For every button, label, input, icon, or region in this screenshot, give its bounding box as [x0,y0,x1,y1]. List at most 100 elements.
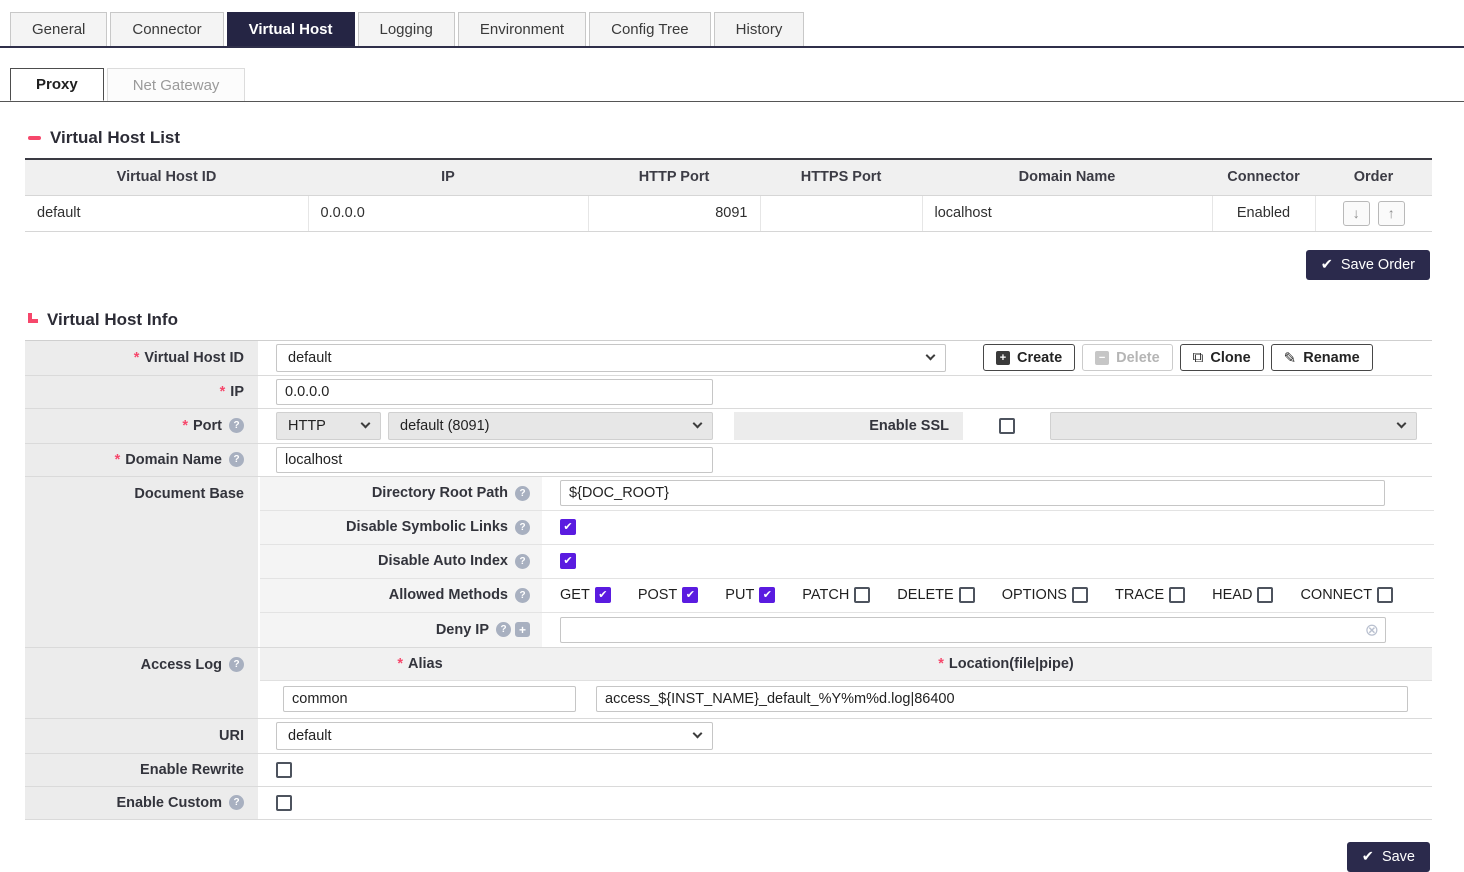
chevron-down-icon [361,419,371,429]
section-title-virtual-host-list: Virtual Host List [50,128,180,148]
rename-button[interactable]: ✎ Rename [1271,344,1373,371]
method-patch-checkbox[interactable]: ✔ [854,587,870,603]
help-icon[interactable]: ? [229,452,244,467]
enable-custom-checkbox[interactable]: ✔ [276,795,292,811]
help-icon[interactable]: ? [515,588,530,603]
help-icon[interactable]: ? [496,622,511,637]
create-plus-icon: + [996,351,1010,365]
tab-connector[interactable]: Connector [110,12,223,46]
domain-name-label: * Domain Name ? [25,444,260,476]
row-uri: URI default [25,719,1432,754]
access-log-label: Access Log ? [25,648,260,718]
alias-input[interactable] [283,686,576,712]
ip-input[interactable] [276,379,713,405]
method-get-checkbox[interactable]: ✔ [595,587,611,603]
help-icon[interactable]: ? [229,795,244,810]
virtual-host-id-label: * Virtual Host ID [25,341,260,375]
help-icon[interactable]: ? [229,418,244,433]
uri-select[interactable]: default [276,722,713,750]
method-patch: PATCH ✔ [802,587,870,603]
method-head: HEAD ✔ [1212,587,1273,603]
save-order-button[interactable]: ✔ Save Order [1306,250,1430,280]
help-icon[interactable]: ? [515,554,530,569]
port-protocol-select[interactable]: HTTP [276,412,381,440]
help-icon[interactable]: ? [229,657,244,672]
save-label: Save [1382,849,1415,865]
help-icon[interactable]: ? [515,520,530,535]
uri-label: URI [25,719,260,753]
document-base-label: Document Base [25,477,260,647]
move-up-button[interactable]: ↑ [1378,201,1405,226]
sub-row-disable-auto-index: Disable Auto Index ? ✔ [260,545,1434,579]
method-trace-checkbox[interactable]: ✔ [1169,587,1185,603]
delete-button[interactable]: − Delete [1082,344,1173,371]
chevron-down-icon [1397,419,1407,429]
tab-logging[interactable]: Logging [358,12,455,46]
method-delete: DELETE ✔ [897,587,974,603]
sub-row-disable-symbolic-links: Disable Symbolic Links ? ✔ [260,511,1434,545]
method-connect-checkbox[interactable]: ✔ [1377,587,1393,603]
disable-symbolic-links-checkbox[interactable]: ✔ [560,519,576,535]
directory-root-path-input[interactable] [560,480,1385,506]
clear-icon[interactable]: ⊗ [1365,621,1379,638]
port-value-select[interactable]: default (8091) [388,412,713,440]
deny-ip-input[interactable] [560,617,1386,643]
enable-rewrite-checkbox[interactable]: ✔ [276,762,292,778]
col-virtual-host-id: Virtual Host ID [25,159,308,195]
method-head-checkbox[interactable]: ✔ [1257,587,1273,603]
save-order-row: ✔ Save Order [0,250,1430,280]
disable-auto-index-checkbox[interactable]: ✔ [560,553,576,569]
tab-proxy[interactable]: Proxy [10,68,104,101]
ip-label: * IP [25,376,260,408]
method-put-checkbox[interactable]: ✔ [759,587,775,603]
chevron-down-icon [693,419,703,429]
cell-order: ↓ ↑ [1315,195,1432,231]
tab-general[interactable]: General [10,12,107,46]
row-enable-custom: Enable Custom ? ✔ [25,787,1432,820]
tab-virtual-host[interactable]: Virtual Host [227,12,355,46]
directory-root-path-label: Directory Root Path ? [260,477,542,510]
row-enable-rewrite: Enable Rewrite ✔ [25,754,1432,787]
method-delete-checkbox[interactable]: ✔ [959,587,975,603]
cell-connector-status: Enabled [1212,195,1315,231]
help-icon[interactable]: ? [515,486,530,501]
method-trace: TRACE ✔ [1115,587,1185,603]
check-icon: ✔ [1362,849,1374,865]
required-marker: * [134,350,140,366]
location-input[interactable] [596,686,1408,712]
chevron-down-icon [693,729,703,739]
method-post-checkbox[interactable]: ✔ [682,587,698,603]
method-options: OPTIONS ✔ [1002,587,1088,603]
location-header: * Location(file|pipe) [580,656,1432,672]
row-port: * Port ? HTTP default (8091) Enable SSL … [25,409,1432,444]
sub-tab-bar: Proxy Net Gateway [0,68,1464,102]
save-button[interactable]: ✔ Save [1347,842,1430,872]
cell-domain-name: localhost [922,195,1212,231]
row-access-log: Access Log ? * Alias * Location(file|pip… [25,648,1432,719]
clone-icon: ⧉ [1193,349,1204,366]
tab-history[interactable]: History [714,12,805,46]
tab-net-gateway[interactable]: Net Gateway [107,68,246,101]
virtual-host-id-select[interactable]: default [276,344,946,372]
domain-name-input[interactable] [276,447,713,473]
method-post: POST ✔ [638,587,698,603]
row-document-base: Document Base Directory Root Path ? Disa… [25,477,1432,648]
method-put: PUT ✔ [725,587,775,603]
create-button[interactable]: + Create [983,344,1075,371]
method-options-checkbox[interactable]: ✔ [1072,587,1088,603]
method-connect: CONNECT ✔ [1300,587,1393,603]
access-log-header: * Alias * Location(file|pipe) [260,648,1432,681]
virtual-host-info-form: * Virtual Host ID default + Create − Del… [25,340,1432,820]
col-order: Order [1315,159,1432,195]
move-down-button[interactable]: ↓ [1343,201,1370,226]
method-get: GET ✔ [560,587,611,603]
cell-virtual-host-id: default [25,195,308,231]
tab-environment[interactable]: Environment [458,12,586,46]
ssl-config-select[interactable] [1050,412,1417,440]
enable-ssl-checkbox[interactable]: ✔ [999,418,1015,434]
check-icon: ✔ [563,556,572,567]
clone-button[interactable]: ⧉ Clone [1180,344,1264,371]
add-deny-ip-icon[interactable]: + [515,622,530,637]
collapse-dash-icon [28,136,41,140]
tab-config-tree[interactable]: Config Tree [589,12,711,46]
